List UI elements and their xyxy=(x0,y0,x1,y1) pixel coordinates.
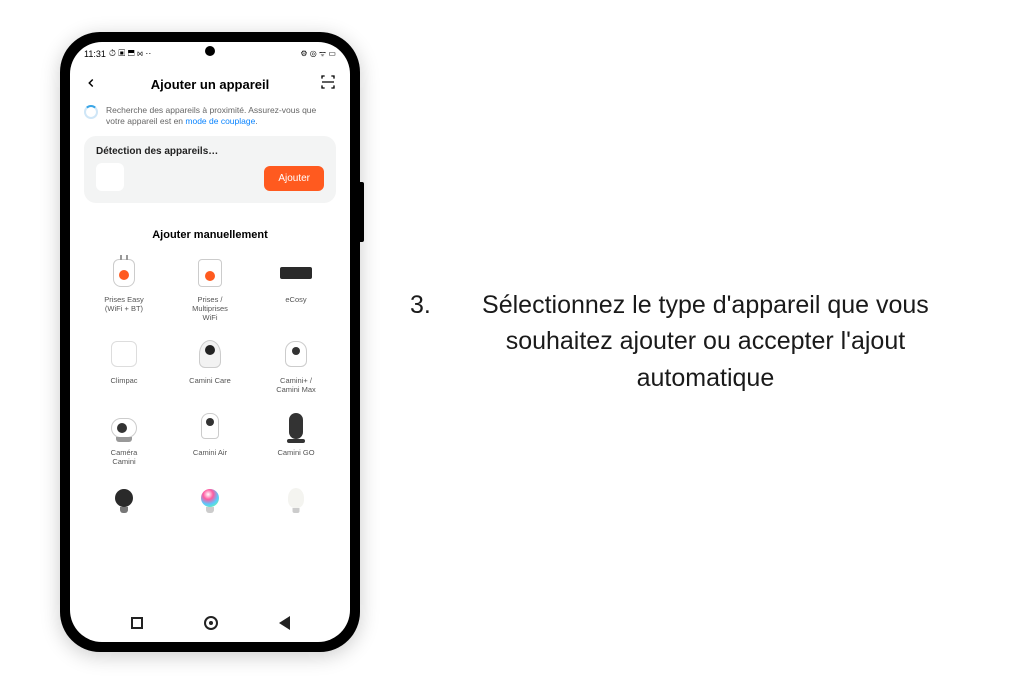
app-header: Ajouter un appareil xyxy=(70,64,350,101)
device-item[interactable]: Caméra Camini xyxy=(84,408,164,466)
device-label: Prises Easy (WiFi + BT) xyxy=(104,295,144,313)
device-label: Prises / Multiprises WiFi xyxy=(192,295,228,322)
phone-frame: 11:31 ⏱ ▣ ⬒ ⋈ ·· ⚙ ◎ ᯤ ▭ Ajouter un appa… xyxy=(60,32,360,652)
camera-notch xyxy=(205,46,215,56)
status-left-icons: ⏱ ▣ ⬒ ⋈ ·· xyxy=(109,48,152,59)
device-icon xyxy=(278,336,314,372)
device-label: Climpac xyxy=(110,376,137,385)
device-label: Camini Care xyxy=(189,376,231,385)
banner-text-2: . xyxy=(255,116,257,126)
device-icon xyxy=(106,336,142,372)
scan-icon xyxy=(320,74,336,90)
device-icon xyxy=(192,336,228,372)
device-item[interactable]: Camini Air xyxy=(170,408,250,466)
device-item[interactable]: Camini+ / Camini Max xyxy=(256,336,336,394)
device-item[interactable]: Camini Care xyxy=(170,336,250,394)
scan-button[interactable] xyxy=(316,74,336,95)
instruction-text: 3. Sélectionnez le type d'appareil que v… xyxy=(410,287,954,396)
chevron-left-icon xyxy=(84,76,98,90)
device-item[interactable]: Prises Easy (WiFi + BT) xyxy=(84,255,164,322)
nav-recent-icon[interactable] xyxy=(131,617,143,629)
spinner-icon xyxy=(84,105,98,119)
device-icon xyxy=(106,480,142,516)
device-icon xyxy=(192,480,228,516)
device-icon xyxy=(192,255,228,291)
device-item[interactable]: Climpac xyxy=(84,336,164,394)
detection-title: Détection des appareils… xyxy=(96,146,218,157)
device-item[interactable] xyxy=(84,480,164,520)
device-item[interactable]: Prises / Multiprises WiFi xyxy=(170,255,250,322)
device-label: Caméra Camini xyxy=(111,448,138,466)
add-detected-button[interactable]: Ajouter xyxy=(264,166,324,191)
detected-device-placeholder xyxy=(96,163,124,191)
step-description: Sélectionnez le type d'appareil que vous… xyxy=(457,287,954,396)
device-icon xyxy=(106,255,142,291)
step-number: 3. xyxy=(410,287,431,396)
nav-home-icon[interactable] xyxy=(204,616,218,630)
device-item[interactable] xyxy=(256,480,336,520)
device-item[interactable]: eCosy xyxy=(256,255,336,322)
device-item[interactable] xyxy=(170,480,250,520)
page-title: Ajouter un appareil xyxy=(104,77,316,92)
manual-section-title: Ajouter manuellement xyxy=(70,229,350,241)
device-item[interactable]: Camini GO xyxy=(256,408,336,466)
device-label: Camini Air xyxy=(193,448,227,457)
status-time: 11:31 xyxy=(84,49,106,59)
device-icon xyxy=(278,480,314,516)
back-button[interactable] xyxy=(84,74,104,95)
status-right-icons: ⚙ ◎ ᯤ ▭ xyxy=(300,48,336,59)
nav-back-icon[interactable] xyxy=(279,616,290,630)
device-label: Camini+ / Camini Max xyxy=(276,376,316,394)
device-grid: Prises Easy (WiFi + BT) Prises / Multipri… xyxy=(70,255,350,520)
device-icon xyxy=(192,408,228,444)
device-icon xyxy=(106,408,142,444)
device-icon xyxy=(278,255,314,291)
pairing-mode-link[interactable]: mode de couplage xyxy=(185,116,255,126)
phone-screen: 11:31 ⏱ ▣ ⬒ ⋈ ·· ⚙ ◎ ᯤ ▭ Ajouter un appa… xyxy=(70,42,350,642)
detection-card: Détection des appareils… Ajouter xyxy=(84,136,336,203)
device-label: eCosy xyxy=(285,295,306,304)
device-icon xyxy=(278,408,314,444)
android-nav-bar xyxy=(70,608,350,642)
search-banner: Recherche des appareils à proximité. Ass… xyxy=(84,105,336,129)
device-label: Camini GO xyxy=(277,448,314,457)
banner-text: Recherche des appareils à proximité. Ass… xyxy=(106,105,336,129)
